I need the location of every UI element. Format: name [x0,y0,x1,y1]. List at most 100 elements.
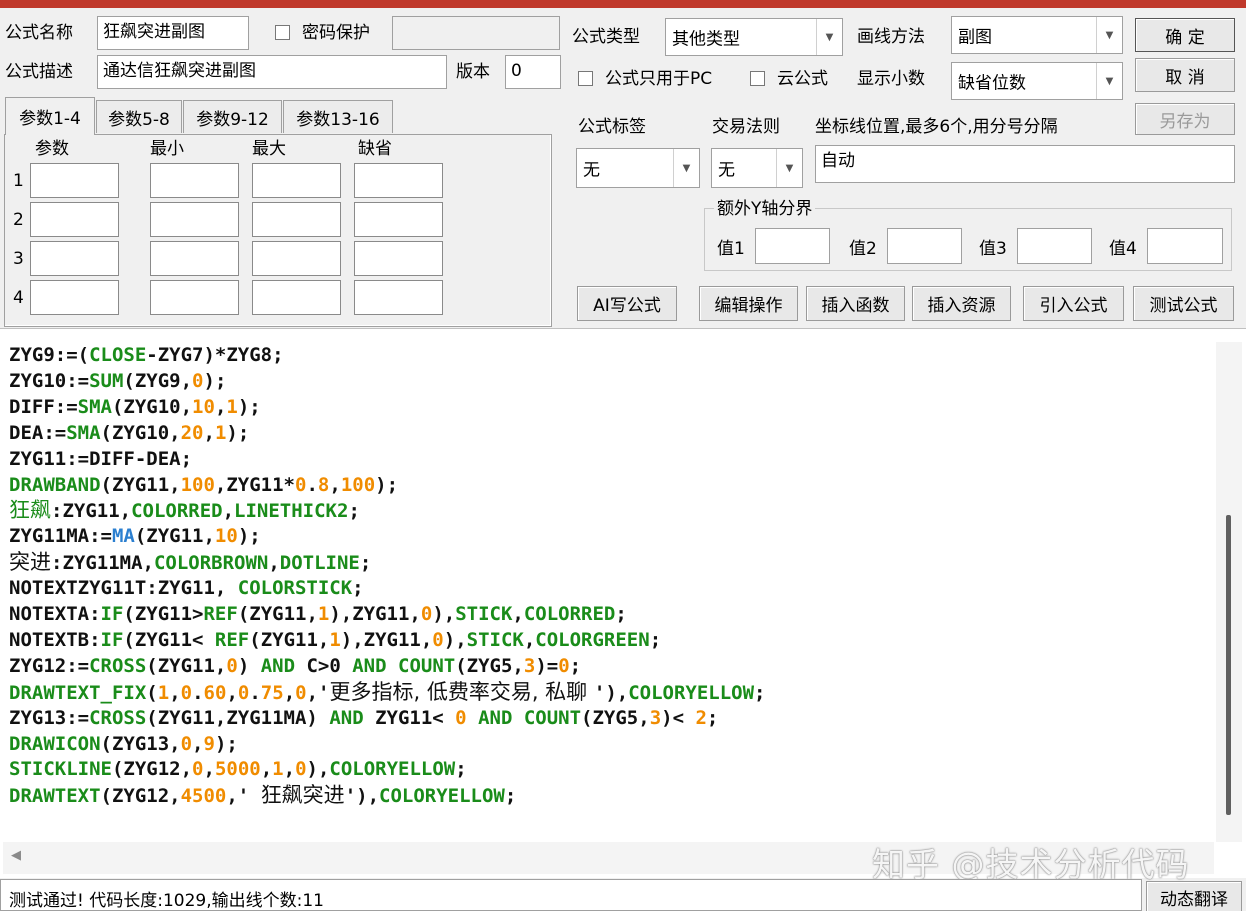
code-token: ; [706,706,719,729]
param-max-input[interactable] [252,280,341,315]
tab-params-1-4[interactable]: 参数1-4 [5,97,95,135]
code-line: ZYG10:=SUM(ZYG9,0); [9,368,226,394]
value3-input[interactable] [1017,228,1092,264]
param-max-input[interactable] [252,202,341,237]
code-token: (ZYG11> [123,603,204,625]
ai-write-formula-button[interactable]: AI写公式 [577,286,677,321]
code-token: COUNT [523,706,582,729]
code-token: (ZYG11, [134,525,215,548]
code-line: DIFF:=SMA(ZYG10,10,1); [9,394,261,420]
code-token: ; [352,577,364,600]
formula-tag-label: 公式标签 [578,117,646,137]
code-token: (ZYG11, [100,473,181,496]
code-token: ZYG12:= [9,654,90,677]
param-max-input[interactable] [252,241,341,276]
insert-function-button[interactable]: 插入函数 [806,286,905,321]
code-token: ) [237,654,261,677]
code-token: NOTEXTB: [9,628,101,651]
formula-desc-input[interactable]: 通达信狂飙突进副图 [97,55,447,89]
param-min-input[interactable] [150,202,239,237]
version-input[interactable]: 0 [505,55,561,89]
param-min-input[interactable] [150,280,239,315]
formula-type-select[interactable]: 其他类型 ▼ [665,18,843,56]
draw-method-select[interactable]: 副图 ▼ [951,16,1123,54]
code-token: MA [111,525,135,548]
dynamic-translate-button[interactable]: 动态翻译 [1146,881,1242,911]
cloud-formula-checkbox[interactable] [750,71,765,86]
param-default-input[interactable] [354,163,443,198]
param-default-input[interactable] [354,241,443,276]
code-token: COLORYELLOW [628,681,755,704]
tab-params-13-16[interactable]: 参数13-16 [283,100,393,133]
code-token: 10 [214,525,238,548]
value2-input[interactable] [887,228,962,264]
cancel-button[interactable]: 取 消 [1135,58,1235,92]
password-protect-checkbox[interactable] [275,25,290,40]
scroll-left-icon[interactable]: ◀ [11,848,21,863]
code-editor[interactable]: ZYG9:=(CLOSE-ZYG7)*ZYG8; ZYG10:=SUM(ZYG9,… [3,342,1214,842]
code-token: ); [237,525,261,548]
code-token: DIFF:= [9,395,78,418]
code-token: COLORRED [523,603,616,625]
test-formula-button[interactable]: 测试公式 [1133,286,1234,321]
code-token: '), [593,681,629,704]
code-token: 5000 [214,758,261,781]
code-token: NOTEXTZYG11T:ZYG11, [9,577,238,600]
coord-line-input[interactable]: 自动 [815,145,1235,183]
code-token: 0 [295,473,307,496]
code-token: 1 [214,421,227,444]
code-token: STICK [455,603,513,625]
trade-rule-select[interactable]: 无 ▼ [711,148,803,188]
code-line: DRAWTEXT(ZYG12,4500,' 狂飙突进'),COLORYELLOW… [9,782,516,808]
insert-resource-button[interactable]: 插入资源 [912,286,1011,321]
code-line: ZYG12:=CROSS(ZYG11,0) AND C>0 AND COUNT(… [9,653,581,679]
param-name-input[interactable] [30,163,119,198]
param-min-input[interactable] [150,241,239,276]
code-token: SUM [89,369,124,392]
param-header-default: 缺省 [358,139,392,159]
tab-params-9-12[interactable]: 参数9-12 [183,100,282,133]
password-input[interactable] [392,16,560,50]
code-token: 9 [203,732,215,755]
cloud-formula-label: 云公式 [777,69,828,89]
param-name-input[interactable] [30,280,119,315]
code-token: ),ZYG11, [340,628,433,651]
chevron-down-icon: ▼ [1096,63,1122,99]
formula-name-label: 公式名称 [5,23,73,43]
decimals-select[interactable]: 缺省位数 ▼ [951,62,1123,100]
import-formula-button[interactable]: 引入公式 [1023,286,1124,321]
param-default-input[interactable] [354,280,443,315]
code-token: ZYG13:= [9,706,90,729]
tab-params-5-8[interactable]: 参数5-8 [96,100,182,133]
pc-only-checkbox[interactable] [578,71,593,86]
code-line: DEA:=SMA(ZYG10,20,1); [9,420,249,446]
code-token: ; [359,552,372,575]
value4-input[interactable] [1147,228,1223,264]
code-token: , [222,500,235,523]
param-min-input[interactable] [150,163,239,198]
code-token: CLOSE [89,344,147,366]
code-token: ,' [226,785,261,808]
code-token: CROSS [89,706,147,729]
code-line: ZYG13:=CROSS(ZYG11,ZYG11MA) AND ZYG11< 0… [9,705,718,731]
formula-tag-select[interactable]: 无 ▼ [576,148,700,188]
value1-input[interactable] [755,228,830,264]
param-max-input[interactable] [252,163,341,198]
save-as-button[interactable]: 另存为 [1135,103,1235,135]
code-token: 0 [420,603,433,625]
code-token: 0 [432,628,444,651]
param-row-number: 4 [13,288,24,308]
value2-label: 值2 [849,239,877,259]
code-token: (ZYG10, [100,421,181,444]
code-token: , [169,681,181,704]
param-name-input[interactable] [30,241,119,276]
param-default-input[interactable] [354,202,443,237]
code-token: 0 [226,654,238,677]
vertical-scroll-thumb[interactable] [1226,515,1231,815]
edit-operation-button[interactable]: 编辑操作 [699,286,798,321]
formula-name-input[interactable]: 狂飙突进副图 [97,16,249,50]
ok-button[interactable]: 确 定 [1135,18,1235,52]
code-token: 0 [180,732,193,755]
param-name-input[interactable] [30,202,119,237]
code-token: , [203,421,215,444]
